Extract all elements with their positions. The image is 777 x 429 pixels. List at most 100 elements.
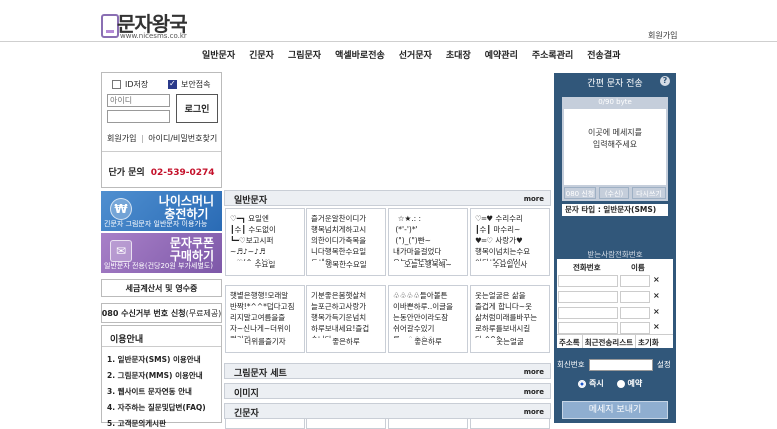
message-textarea[interactable]: 이곳에 메세지를 입력해주세요 [564, 109, 666, 185]
message-type: 문자 타입 : 일반문자(SMS) [562, 204, 668, 216]
message-card[interactable]: ♡═♥ 수리수리 ┃수┃ 마수리~ ♥═♡ 사랑가♥ 행복이넘치는수요 이되세요… [470, 208, 550, 276]
remove-recipient-icon[interactable]: × [653, 275, 660, 284]
reset-button[interactable]: 다시쓰기 [632, 187, 666, 199]
remove-recipient-icon[interactable]: × [653, 322, 660, 331]
nav-item-excel[interactable]: 액셀바로전송 [328, 48, 392, 64]
reject-number-button[interactable]: 080 수신거부 번호 신청 (무료제공) [101, 303, 222, 323]
sender-select[interactable] [589, 359, 653, 371]
message-area: 0/90 byte 이곳에 메세지를 입력해주세요 080 신청 (수신) 다시… [562, 97, 668, 201]
help-icon[interactable]: ? [660, 76, 670, 86]
card-title: 좋은하루 [332, 337, 360, 346]
card-message: ♡━┓ 요일엔 ┃수┃ 수도없이 ┗━♡보고시퍼 ~♬♪~♪♬ ~♡(^-^)♡… [230, 214, 277, 261]
guide-item-web[interactable]: 3. 웹사이트 문자연동 안내 [107, 386, 192, 397]
price-phone: 02-539-0274 [150, 168, 215, 178]
price-label: 단가 문의 [108, 168, 145, 178]
coupon-sub: 일반문자 전용(건당20원 부가세별도) [104, 262, 213, 270]
send-message-button[interactable]: 메세지 보내기 [562, 401, 668, 419]
message-card[interactable]: ☆★.: : (*'-')*' (")_(")빤~ 내가마을걸었다 오늘도행복하… [388, 208, 468, 276]
guide-item-board[interactable]: 5. 고객문의게시판 [107, 418, 166, 429]
login-button[interactable]: 로그인 [176, 94, 218, 123]
message-card[interactable]: 기분좋은봄햇살처 늘포근하고사랑가 행복가득기운넘치 하루보내세요!즐겁 습니다… [306, 285, 386, 353]
sender-setting-link[interactable]: 설정 [657, 359, 671, 370]
general-section-header: 일반문자 more [224, 190, 551, 206]
card-title: 오늘도행복해~ [404, 260, 452, 269]
long-cards-preview [224, 419, 551, 429]
quick-send-title: 간편 문자 전송 [587, 79, 643, 89]
card-message: ☆★.: : (*'-')*' (")_(")빤~ 내가마을걸었다 오늘도행복하… [393, 214, 448, 261]
nav-item-general[interactable]: 일반문자 [195, 48, 242, 64]
picture-set-section-header: 그림문자 세트 more [224, 363, 551, 379]
nav-item-results[interactable]: 전송결과 [580, 48, 627, 64]
general-more-link[interactable]: more [524, 195, 544, 203]
long-more-link[interactable]: more [524, 408, 544, 416]
secure-login-label: 보안접속 [181, 80, 211, 89]
id-input[interactable] [107, 94, 170, 107]
tax-invoice-button[interactable]: 세금계산서 및 영수증 [101, 279, 222, 297]
recv-button[interactable]: (수신) [599, 187, 629, 199]
secure-login-checkbox[interactable] [168, 79, 177, 89]
tab-recent[interactable]: 최근전송리스트 [583, 335, 637, 348]
recipient-name-input[interactable] [620, 275, 650, 287]
join-link[interactable]: 회원가입 [648, 30, 677, 41]
join-button[interactable]: 회원가입 [107, 134, 136, 143]
image-more-link[interactable]: more [524, 388, 544, 396]
send-now-radio[interactable] [578, 379, 586, 388]
reject-number-label: 080 수신거부 번호 신청 [101, 308, 186, 318]
recipient-phone-input[interactable] [558, 322, 618, 334]
recipient-name-input[interactable] [620, 322, 650, 334]
guide-item-sms[interactable]: 1. 일반문자(SMS) 이용안내 [107, 354, 201, 365]
send-reserve-radio[interactable] [616, 379, 625, 388]
recipient-name-input[interactable] [620, 307, 650, 319]
login-links: 회원가입 | 아이디/비밀번호찾기 [107, 133, 217, 144]
nice-money-banner[interactable]: ₩ 나이스머니 충전하기 긴문자 그림문자 일반문자 이용가능 [101, 191, 222, 231]
col-phone: 전화번호 [573, 263, 601, 272]
message-card[interactable]: ♡━┓ 요일엔 ┃수┃ 수도없이 ┗━♡보고시퍼 ~♬♪~♪♬ ~♡(^-^)♡… [225, 208, 305, 276]
card-title: 수요일인사 [492, 260, 528, 269]
recipient-grid: 전화번호 이름 × × × × [557, 259, 673, 339]
card-message: ♡═♥ 수리수리 ┃수┃ 마수리~ ♥═♡ 사랑가♥ 행복이넘치는수요 이되세요… [475, 214, 531, 261]
recipient-phone-input[interactable] [558, 307, 618, 319]
nav-item-long[interactable]: 긴문자 [242, 48, 281, 64]
envelope-icon: ✉ [110, 240, 132, 262]
tab-addressbook[interactable]: 주소록 [557, 335, 583, 348]
main-nav: 일반문자 긴문자 그림문자 액셀바로전송 선거문자 초대장 예약관리 주소록관리… [195, 48, 627, 64]
picture-set-more-link[interactable]: more [524, 368, 544, 376]
send-reserve-label: 예약 [627, 379, 643, 388]
guide-item-faq[interactable]: 4. 자주하는 질문및답변(FAQ) [107, 402, 206, 413]
card-message: 웃는얼굴은 삶을 즐겁게 합니다~웃 삶처럼미래를바꾸는 로하루를보내시길 다.… [475, 291, 538, 338]
card-message: 즐거운알찬이디가 행복넘치게하고시 의한이디가축복을 니다행복한수요일 드세요~ [311, 214, 367, 261]
login-box: ID저장 보안접속 로그인 회원가입 | 아이디/비밀번호찾기 단가 문의 02-… [101, 72, 222, 188]
remove-recipient-icon[interactable]: × [653, 291, 660, 300]
recipient-phone-input[interactable] [558, 291, 618, 303]
recipient-phone-input[interactable] [558, 275, 618, 287]
nav-item-reservation[interactable]: 예약관리 [478, 48, 525, 64]
link-separator: | [141, 134, 144, 143]
long-section-title: 긴문자 [234, 409, 259, 419]
card-title: 웃는얼굴 [496, 337, 524, 346]
save-id-label: ID저장 [125, 80, 149, 89]
save-id-checkbox[interactable] [112, 80, 121, 89]
nav-item-election[interactable]: 선거문자 [392, 48, 439, 64]
recipient-name-input[interactable] [620, 291, 650, 303]
coupon-title: 문자쿠폰 [169, 236, 214, 250]
special-chars-button[interactable]: 080 신청 [564, 187, 596, 199]
site-logo[interactable]: 문자왕국 www.nicesms.co.kr [101, 8, 196, 42]
card-title: 수요일 [254, 260, 276, 269]
tab-clear[interactable]: 초기화 [636, 335, 661, 348]
message-card[interactable]: ♧♧♧♧들아볼튼 이바쁜하루..이글을 는동안만이라도잠 쉬어갈수있기 를...… [388, 285, 468, 353]
card-message: 기분좋은봄햇살처 늘포근하고사랑가 행복가득기운넘치 하루보내세요!즐겁 습니다… [311, 291, 370, 338]
message-card[interactable]: 즐거운알찬이디가 행복넘치게하고시 의한이디가축복을 니다행복한수요일 드세요~… [306, 208, 386, 276]
guide-item-mms[interactable]: 2. 그림문자(MMS) 이용안내 [107, 370, 203, 381]
nav-item-invite[interactable]: 초대장 [439, 48, 478, 64]
coupon-banner[interactable]: ✉ 문자쿠폰 구매하기 일반문자 전용(건당20원 부가세별도) [101, 233, 222, 273]
image-section-title: 이미지 [234, 389, 259, 399]
remove-recipient-icon[interactable]: × [653, 307, 660, 316]
message-card[interactable]: 웃는얼굴은 삶을 즐겁게 합니다~웃 삶처럼미래를바꾸는 로하루를보내시길 다.… [470, 285, 550, 353]
message-card[interactable]: 햇볕은행행!모래알 반짝!*^^*덥다고짐 리지말고여름을즐 자~신나게~더위이… [225, 285, 305, 353]
nav-item-addressbook[interactable]: 주소록관리 [525, 48, 580, 64]
nav-item-picture[interactable]: 그림문자 [281, 48, 328, 64]
sender-label: 회신번호 [557, 360, 585, 369]
usage-guide: 이용안내 1. 일반문자(SMS) 이용안내 2. 그림문자(MMS) 이용안내… [101, 325, 222, 428]
find-account-link[interactable]: 아이디/비밀번호찾기 [148, 134, 217, 143]
password-input[interactable] [107, 110, 170, 123]
